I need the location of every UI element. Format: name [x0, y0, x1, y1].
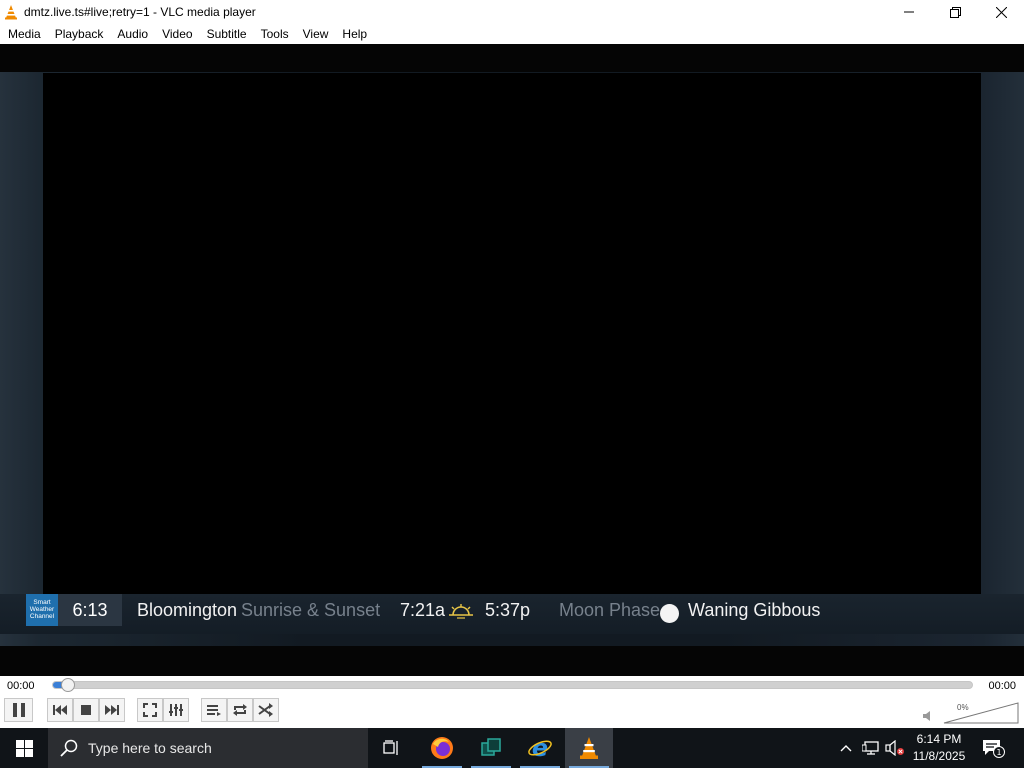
ticker-moon-phase: Waning Gibbous — [688, 600, 821, 620]
clock-date: 11/8/2025 — [912, 749, 966, 763]
loop-button[interactable] — [227, 698, 253, 722]
taskbar-search[interactable]: Type here to search — [48, 728, 368, 768]
menu-bar: Media Playback Audio Video Subtitle Tool… — [0, 24, 1024, 44]
clock-time: 6:14 PM — [916, 732, 962, 746]
menu-subtitle[interactable]: Subtitle — [200, 24, 254, 44]
ticker-sunrise: 7:21a — [400, 600, 446, 620]
shuffle-icon — [258, 703, 273, 717]
pause-button[interactable] — [4, 698, 33, 722]
taskbar-clock[interactable]: 6:14 PM 11/8/2025 — [906, 731, 972, 765]
task-view-button[interactable] — [368, 728, 416, 768]
menu-video[interactable]: Video — [155, 24, 199, 44]
ticker-sunrise-sunset-label: Sunrise & Sunset — [241, 600, 381, 620]
firefox-icon — [431, 737, 453, 759]
playlist-button[interactable] — [201, 698, 227, 722]
menu-playback[interactable]: Playback — [48, 24, 111, 44]
stop-icon — [81, 705, 91, 715]
letterbox-top — [0, 44, 1024, 72]
stop-button[interactable] — [73, 698, 99, 722]
next-button[interactable] — [99, 698, 125, 722]
remote-desktop-icon — [481, 738, 501, 756]
ticker-location: Bloomington — [137, 600, 238, 620]
fullscreen-icon — [143, 703, 157, 717]
taskbar: Type here to search e 6:14 PM 11/8/2025 … — [0, 728, 1024, 768]
volume-muted-icon[interactable] — [922, 710, 934, 722]
fullscreen-button[interactable] — [137, 698, 163, 722]
equalizer-icon — [169, 704, 183, 716]
start-button[interactable] — [0, 728, 48, 768]
task-view-icon — [383, 740, 398, 755]
show-hidden-icons-button[interactable] — [836, 728, 856, 768]
letterbox-bottom — [0, 646, 1024, 676]
vlc-cone-icon — [580, 737, 598, 759]
ticker-moon-phase-label: Moon Phase — [559, 600, 661, 620]
seek-row: 00:00 00:00 — [0, 676, 1024, 696]
video-content-panel — [43, 73, 981, 594]
vlc-cone-icon — [5, 5, 17, 20]
shuffle-button[interactable] — [253, 698, 279, 722]
seek-handle[interactable] — [61, 678, 75, 692]
network-icon — [862, 741, 879, 755]
restore-button[interactable] — [932, 0, 978, 24]
menu-tools[interactable]: Tools — [254, 24, 296, 44]
window-title: dmtz.live.ts#live;retry=1 - VLC media pl… — [24, 5, 256, 19]
network-tray-button[interactable] — [860, 728, 882, 768]
svg-text:e: e — [532, 735, 548, 761]
previous-button[interactable] — [47, 698, 73, 722]
previous-icon — [53, 705, 67, 715]
chevron-up-icon — [840, 745, 852, 752]
playlist-icon — [207, 705, 221, 716]
speaker-muted-icon — [885, 740, 904, 756]
menu-audio[interactable]: Audio — [110, 24, 155, 44]
menu-view[interactable]: View — [296, 24, 336, 44]
pause-icon — [12, 703, 25, 717]
action-center-button[interactable]: 1 — [978, 728, 1008, 768]
menu-help[interactable]: Help — [335, 24, 374, 44]
taskbar-vlc[interactable] — [565, 728, 613, 768]
volume-tray-button[interactable] — [884, 728, 906, 768]
extended-settings-button[interactable] — [163, 698, 189, 722]
elapsed-time[interactable]: 00:00 — [7, 680, 35, 692]
sunrise-icon — [449, 604, 473, 619]
controls-row: 0% — [0, 696, 1024, 728]
loop-icon — [233, 704, 247, 716]
taskbar-remote-app[interactable] — [467, 728, 515, 768]
minimize-button[interactable] — [886, 0, 932, 24]
ticker-sunset: 5:37p — [485, 600, 531, 620]
taskbar-internet-explorer[interactable]: e — [516, 728, 564, 768]
taskbar-firefox[interactable] — [418, 728, 466, 768]
ticker-clock: 6:13 — [58, 594, 122, 626]
internet-explorer-icon: e — [528, 735, 552, 761]
next-icon — [105, 705, 119, 715]
notification-count: 1 — [996, 748, 1001, 757]
weather-channel-logo: Smart Weather Channel — [26, 594, 58, 626]
title-bar: dmtz.live.ts#live;retry=1 - VLC media pl… — [0, 0, 1024, 24]
search-icon — [60, 739, 78, 757]
notification-icon: 1 — [983, 740, 1005, 758]
close-icon — [995, 6, 1007, 18]
close-button[interactable] — [978, 0, 1024, 24]
minimize-icon — [904, 11, 914, 13]
video-area[interactable]: Smart Weather Channel 6:13 Bloomington S… — [0, 44, 1024, 676]
menu-media[interactable]: Media — [1, 24, 48, 44]
windows-logo-icon — [15, 739, 33, 757]
seek-slider[interactable] — [52, 681, 973, 689]
volume-slider[interactable] — [943, 702, 1019, 724]
moon-icon — [660, 604, 679, 623]
total-time[interactable]: 00:00 — [988, 680, 1016, 692]
search-placeholder: Type here to search — [88, 740, 212, 756]
restore-icon — [949, 6, 961, 18]
